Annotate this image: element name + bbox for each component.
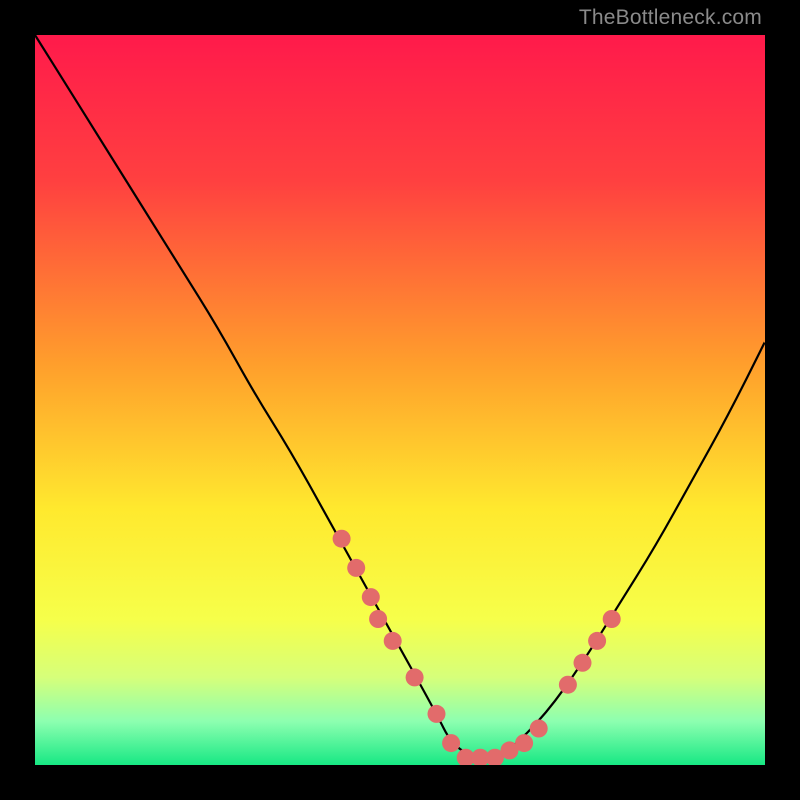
- marker-dot: [559, 676, 577, 694]
- marker-dot: [428, 705, 446, 723]
- plot-area: [35, 35, 765, 765]
- marker-dot: [333, 530, 351, 548]
- marker-dot: [406, 668, 424, 686]
- marker-dot: [603, 610, 621, 628]
- marker-dot: [530, 720, 548, 738]
- marker-dot: [369, 610, 387, 628]
- marker-dot: [574, 654, 592, 672]
- watermark-text: TheBottleneck.com: [579, 6, 762, 30]
- sample-points: [333, 530, 621, 765]
- marker-dot: [347, 559, 365, 577]
- marker-dot: [362, 588, 380, 606]
- bottleneck-curve: [35, 35, 765, 758]
- marker-dot: [442, 734, 460, 752]
- marker-dot: [515, 734, 533, 752]
- curve-layer: [35, 35, 765, 765]
- chart-frame: TheBottleneck.com: [0, 0, 800, 800]
- marker-dot: [384, 632, 402, 650]
- marker-dot: [588, 632, 606, 650]
